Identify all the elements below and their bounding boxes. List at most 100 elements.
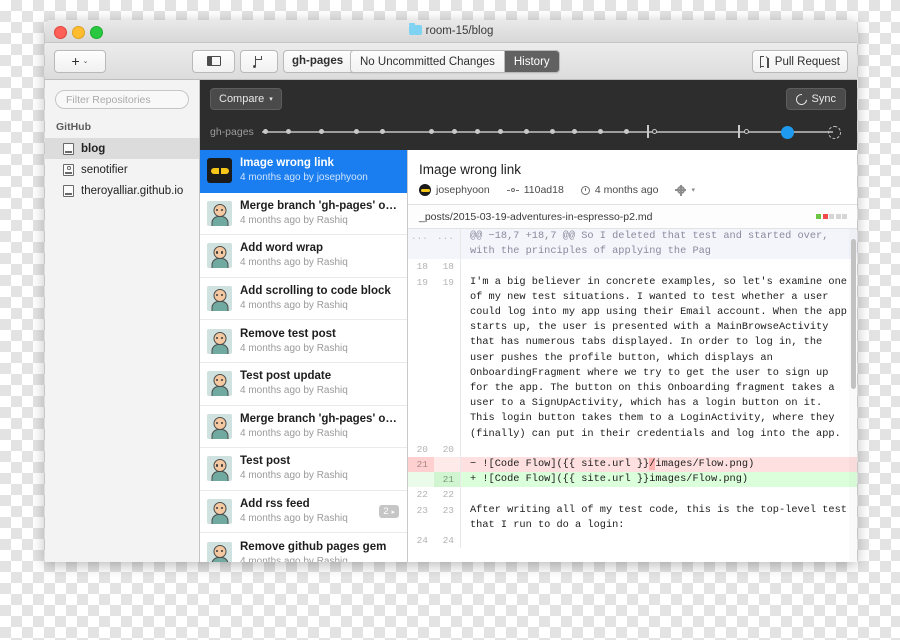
timeline-track[interactable]	[260, 124, 841, 140]
diff-line-number-new: 24	[442, 535, 454, 547]
diff-scrollbar[interactable]	[849, 229, 857, 562]
repo-icon	[63, 184, 74, 197]
commit-text: Image wrong link 4 months ago by josephyo…	[240, 156, 399, 185]
commit-meta: 4 months ago by josephyoon	[240, 172, 368, 184]
commit-title: Test post	[240, 455, 291, 468]
commit-title: Add rss feed	[240, 498, 310, 511]
diff-line-text: − ![Code Flow]({{ site.url }}/images/Flo…	[460, 457, 857, 473]
main-toolbar: + ⌄ gh-pages ⌄ No Uncommitted Changes Hi…	[45, 43, 857, 80]
diff-file-name: _posts/2015-03-19-adventures-in-espresso…	[419, 210, 653, 223]
commit-list-item[interactable]: Test post update 4 months ago by Rashiq	[200, 363, 407, 406]
timeline-commit-dot[interactable]	[451, 129, 457, 134]
repo-icon	[63, 142, 74, 155]
timeline-commit-dot[interactable]	[572, 129, 578, 134]
commit-list-item[interactable]: Remove github pages gem 4 months ago by R…	[200, 533, 407, 562]
sidebar-item-blog[interactable]: blog	[45, 138, 199, 159]
chevron-down-icon: ⌄	[82, 58, 89, 65]
commit-meta: 4 months ago by Rashiq	[240, 385, 348, 397]
timeline-branch-marker[interactable]	[738, 125, 740, 138]
tab-uncommitted-changes[interactable]: No Uncommitted Changes	[351, 51, 504, 72]
timeline-commit-dot[interactable]	[318, 129, 324, 134]
diff-line-del: 21 − ![Code Flow]({{ site.url }}/images/F…	[408, 457, 857, 473]
pull-request-button[interactable]: Pull Request	[751, 50, 848, 73]
changes-history-toggle: No Uncommitted Changes History	[350, 50, 560, 73]
commit-list-item[interactable]: Merge branch 'gh-pages' of git… 4 months …	[200, 193, 407, 236]
filter-repositories-input[interactable]: Filter Repositories	[55, 90, 189, 109]
tab-history[interactable]: History	[503, 51, 559, 72]
timeline-current-commit[interactable]	[780, 125, 794, 139]
pull-request-icon	[759, 55, 770, 68]
commit-text: Test post 4 months ago by Rashiq	[240, 454, 399, 483]
commit-list-item[interactable]: Add scrolling to code block 4 months ago …	[200, 278, 407, 321]
timeline-commit-dot[interactable]	[429, 129, 435, 134]
diff-line-text	[460, 487, 857, 503]
commit-list[interactable]: Image wrong link 4 months ago by josephyo…	[200, 150, 408, 562]
branch-selector-label: gh-pages	[292, 55, 344, 67]
timeline-branch-marker[interactable]	[647, 125, 649, 138]
commit-sha[interactable]: 110ad18	[524, 184, 564, 196]
chevron-down-icon[interactable]: ▾	[691, 186, 695, 194]
timeline-commit-dot[interactable]	[523, 129, 529, 134]
commit-list-item[interactable]: Add word wrap 4 months ago by Rashiq	[200, 235, 407, 278]
timeline-commit-dot[interactable]	[286, 129, 292, 134]
diff-stat-square	[829, 214, 834, 219]
diff-line-number-old: 19	[416, 276, 428, 288]
branch-icon	[253, 55, 265, 68]
create-branch-button[interactable]	[240, 49, 278, 73]
commit-title: Remove test post	[240, 327, 336, 340]
diff-file-header[interactable]: _posts/2015-03-19-adventures-in-espresso…	[408, 205, 857, 229]
diff-line-text: I'm a big believer in concrete examples,…	[460, 274, 857, 442]
timeline-commit-dot[interactable]	[474, 129, 480, 134]
commit-list-item[interactable]: Add rss feed 4 months ago by Rashiq 2 ▸	[200, 491, 407, 534]
timeline-commit-dot[interactable]	[598, 129, 604, 134]
commit-count-badge[interactable]: 2 ▸	[379, 505, 399, 519]
avatar	[207, 243, 232, 269]
compare-button[interactable]: Compare ▾	[210, 88, 282, 110]
diff-stat-square	[816, 214, 821, 219]
commit-list-item[interactable]: Merge branch 'gh-pages' of git… 4 months …	[200, 406, 407, 449]
diff-line-ctx: 23 23 After writing all of my test code, t…	[408, 502, 857, 534]
commit-title: Merge branch 'gh-pages' of git…	[240, 412, 399, 425]
commit-list-item[interactable]: Test post 4 months ago by Rashiq	[200, 448, 407, 491]
diff-line-text	[460, 533, 857, 549]
timeline-commit-dot[interactable]	[624, 129, 630, 134]
timeline-branch-label: gh-pages	[210, 126, 254, 138]
commit-meta: 4 months ago by Rashiq	[240, 257, 348, 269]
commit-time: 4 months ago	[594, 184, 659, 196]
add-repository-button[interactable]: + ⌄	[54, 49, 106, 73]
timeline-end-marker	[828, 125, 841, 139]
timeline-commit-dot[interactable]	[263, 129, 269, 134]
diff-line-number-new: 21	[434, 472, 460, 488]
sync-button[interactable]: Sync	[785, 88, 846, 110]
diff-line-text	[460, 441, 857, 458]
timeline-commit-dot[interactable]	[497, 129, 503, 134]
diff-line-number-new: 22	[442, 489, 454, 501]
diff-line-text: + ![Code Flow]({{ site.url }}images/Flow…	[460, 472, 857, 488]
diff-line-text: After writing all of my test code, this …	[460, 502, 857, 534]
diff-line-ctx: 24 24	[408, 533, 857, 549]
github-desktop-window: room-15/blog + ⌄ gh-pages ⌄ No Uncommitt…	[45, 20, 857, 562]
timeline-commit-dot[interactable]	[354, 129, 360, 134]
plus-icon: +	[71, 53, 80, 69]
avatar	[207, 158, 232, 184]
sidebar-item-theroyalliar-github-io[interactable]: theroyalliar.github.io	[45, 180, 199, 201]
toggle-sidebar-button[interactable]	[192, 49, 235, 73]
commit-list-item[interactable]: Remove test post 4 months ago by Rashiq	[200, 320, 407, 363]
gear-icon[interactable]	[675, 184, 687, 196]
diff-stat-square	[822, 214, 828, 219]
diff-line-number-old: 20	[416, 443, 428, 455]
timeline-commit-dot[interactable]	[549, 129, 555, 134]
commit-list-item[interactable]: Image wrong link 4 months ago by josephyo…	[200, 150, 407, 193]
commit-detail-header: Image wrong link josephyoon 110ad18 4 mo…	[408, 150, 857, 205]
diff-body[interactable]: ...... @@ −18,7 +18,7 @@ So I deleted tha…	[408, 229, 857, 562]
commit-meta: 4 months ago by Rashiq	[240, 342, 348, 354]
diff-line-ctx: 19 19 I'm a big believer in concrete examp…	[408, 274, 857, 442]
diff-line-number-new: 18	[442, 261, 454, 273]
commit-detail-pane: Image wrong link josephyoon 110ad18 4 mo…	[408, 150, 857, 562]
commit-detail-title: Image wrong link	[419, 162, 522, 177]
avatar	[207, 328, 232, 354]
compare-label: Compare	[219, 93, 265, 105]
sidebar-item-senotifier[interactable]: senotifier	[45, 159, 199, 180]
diff-line-number-new: ...	[436, 231, 454, 242]
timeline-commit-dot[interactable]	[380, 129, 386, 134]
